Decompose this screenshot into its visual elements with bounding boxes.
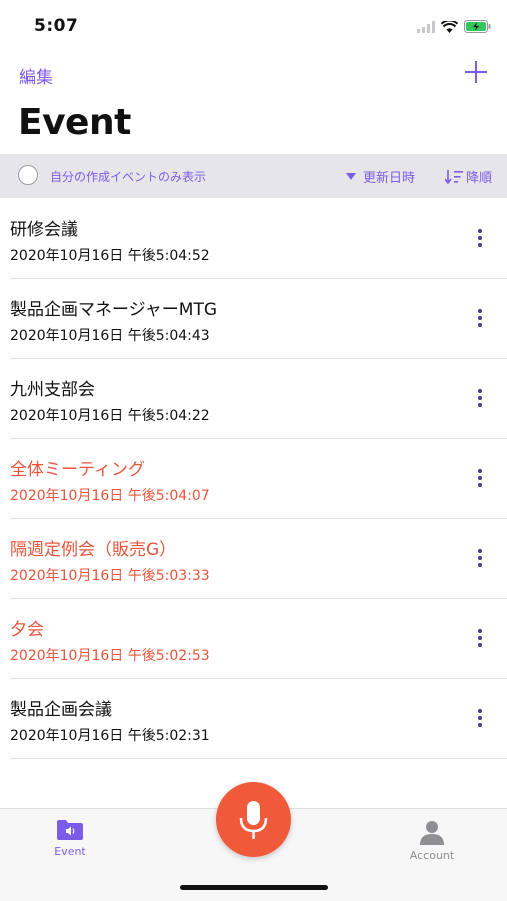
event-date: 2020年10月16日 午後5:03:33 bbox=[10, 568, 210, 584]
event-date: 2020年10月16日 午後5:02:31 bbox=[10, 728, 210, 744]
sort-field-label: 更新日時 bbox=[363, 171, 416, 186]
add-event-button[interactable] bbox=[465, 61, 487, 83]
event-title: 夕会 bbox=[10, 620, 44, 640]
navigation-bar: 編集 bbox=[0, 55, 507, 95]
event-title: 全体ミーティング bbox=[10, 460, 145, 480]
more-options-icon[interactable] bbox=[477, 309, 483, 331]
own-events-only-label[interactable]: 自分の作成イベントのみ表示 bbox=[50, 168, 206, 185]
wifi-icon bbox=[440, 18, 459, 37]
page-title: Event bbox=[18, 102, 131, 143]
edit-button[interactable]: 編集 bbox=[19, 63, 53, 88]
event-row[interactable]: 製品企画会議 2020年10月16日 午後5:02:31 bbox=[10, 679, 507, 759]
event-title: 研修会議 bbox=[10, 220, 78, 240]
event-row[interactable]: 製品企画マネージャーMTG 2020年10月16日 午後5:04:43 bbox=[10, 279, 507, 359]
status-time: 5:07 bbox=[34, 16, 79, 36]
record-button[interactable] bbox=[216, 782, 291, 857]
home-indicator bbox=[180, 885, 328, 890]
more-options-icon[interactable] bbox=[477, 549, 483, 571]
more-options-icon[interactable] bbox=[477, 709, 483, 731]
microphone-icon bbox=[239, 801, 268, 839]
status-bar: 5:07 bbox=[0, 0, 507, 50]
sort-descending-icon bbox=[445, 169, 463, 184]
own-events-only-toggle[interactable] bbox=[18, 165, 38, 185]
tab-account-label: Account bbox=[409, 849, 455, 862]
event-row[interactable]: 九州支部会 2020年10月16日 午後5:04:22 bbox=[10, 359, 507, 439]
event-title: 製品企画会議 bbox=[10, 700, 112, 720]
filter-bar: 自分の作成イベントのみ表示 更新日時 降順 bbox=[0, 154, 507, 198]
tab-account[interactable]: Account bbox=[392, 819, 472, 862]
sort-field-dropdown[interactable]: 更新日時 bbox=[346, 167, 415, 186]
tab-event[interactable]: Event bbox=[30, 819, 110, 858]
sort-order-button[interactable]: 降順 bbox=[445, 167, 492, 186]
more-options-icon[interactable] bbox=[477, 469, 483, 491]
event-list: 研修会議 2020年10月16日 午後5:04:52 製品企画マネージャーMTG… bbox=[0, 199, 507, 759]
signal-icon bbox=[417, 18, 435, 37]
battery-charging-icon bbox=[464, 18, 491, 37]
event-date: 2020年10月16日 午後5:02:53 bbox=[10, 648, 210, 664]
event-date: 2020年10月16日 午後5:04:43 bbox=[10, 328, 210, 344]
sort-order-label: 降順 bbox=[466, 171, 493, 186]
event-title: 製品企画マネージャーMTG bbox=[10, 300, 218, 320]
person-icon bbox=[420, 821, 444, 845]
event-row[interactable]: 夕会 2020年10月16日 午後5:02:53 bbox=[10, 599, 507, 679]
more-options-icon[interactable] bbox=[477, 389, 483, 411]
event-date: 2020年10月16日 午後5:04:52 bbox=[10, 248, 210, 264]
folder-speaker-icon bbox=[57, 820, 83, 840]
tab-event-label: Event bbox=[54, 845, 86, 858]
status-icons bbox=[417, 18, 491, 37]
more-options-icon[interactable] bbox=[477, 229, 483, 251]
dropdown-triangle-icon bbox=[346, 173, 356, 180]
event-title: 隔週定例会（販売G） bbox=[10, 540, 177, 560]
event-row[interactable]: 研修会議 2020年10月16日 午後5:04:52 bbox=[10, 199, 507, 279]
event-row[interactable]: 隔週定例会（販売G） 2020年10月16日 午後5:03:33 bbox=[10, 519, 507, 599]
event-date: 2020年10月16日 午後5:04:07 bbox=[10, 488, 210, 504]
event-date: 2020年10月16日 午後5:04:22 bbox=[10, 408, 210, 424]
event-row[interactable]: 全体ミーティング 2020年10月16日 午後5:04:07 bbox=[10, 439, 507, 519]
event-title: 九州支部会 bbox=[10, 380, 95, 400]
more-options-icon[interactable] bbox=[477, 629, 483, 651]
